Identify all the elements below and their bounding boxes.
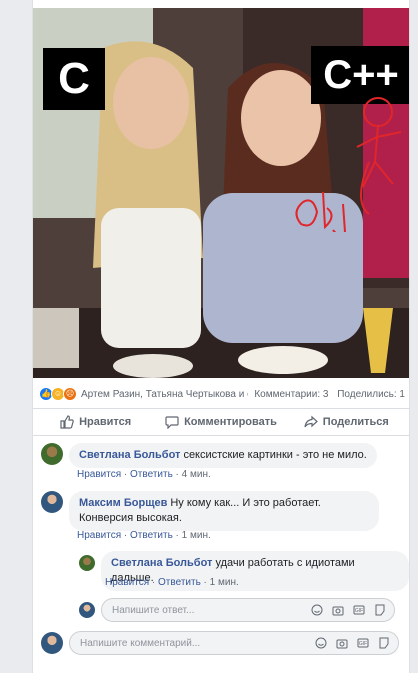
reply-like-link[interactable]: Нравится xyxy=(105,577,149,588)
red-scribble-drawing xyxy=(295,97,402,232)
camera-icon[interactable] xyxy=(332,604,344,616)
comment-item: Светлана Больбот сексистские картинки - э… xyxy=(41,443,377,468)
comment-time[interactable]: 4 мин. xyxy=(182,469,211,480)
comment-reply-link[interactable]: Ответить xyxy=(130,469,173,480)
comment-item: Максим Борщев Ну кому как... И это работа… xyxy=(41,491,387,531)
post-photo[interactable]: C C++ xyxy=(33,8,409,378)
avatar[interactable] xyxy=(41,443,63,465)
reply-placeholder: Напишите ответ... xyxy=(112,604,195,616)
share-button-label: Поделиться xyxy=(322,416,389,428)
avatar xyxy=(79,602,95,618)
angry-icon[interactable]: ☹ xyxy=(63,387,77,401)
sticker-icon[interactable] xyxy=(378,637,390,649)
comment-bubble: Светлана Больбот сексистские картинки - э… xyxy=(69,443,377,468)
gif-icon[interactable]: GIF xyxy=(357,637,369,649)
reply-reply-link[interactable]: Ответить xyxy=(158,577,201,588)
share-arrow-icon xyxy=(304,415,318,428)
comment-reply-link[interactable]: Ответить xyxy=(130,530,173,541)
comment-meta: Нравится · Ответить · 1 мин. xyxy=(77,530,211,541)
comment-composer: Напишите комментарий... GIF xyxy=(41,631,399,655)
comment-bubble: Максим Борщев Ну кому как... И это работа… xyxy=(69,491,379,531)
shares-count[interactable]: Поделились: 1 xyxy=(337,389,405,400)
thumbs-up-icon xyxy=(60,415,74,429)
camera-icon[interactable] xyxy=(336,637,348,649)
comment-like-link[interactable]: Нравится xyxy=(77,469,121,480)
svg-text:GIF: GIF xyxy=(359,641,367,647)
sticker-icon[interactable] xyxy=(374,604,386,616)
like-button-label: Нравится xyxy=(79,416,132,428)
comments-count[interactable]: Комментарии: 3 xyxy=(254,389,328,400)
svg-text:GIF: GIF xyxy=(355,608,363,614)
comment-button[interactable]: Комментировать xyxy=(158,409,283,435)
comment-text: сексистские картинки - это не мило. xyxy=(183,449,367,461)
avatar[interactable] xyxy=(41,491,63,513)
reply-author[interactable]: Светлана Больбот xyxy=(111,557,212,569)
comment-author[interactable]: Максим Борщев xyxy=(79,497,167,509)
comment-placeholder: Напишите комментарий... xyxy=(80,637,201,649)
share-button[interactable]: Поделиться xyxy=(284,409,409,435)
avatar[interactable] xyxy=(79,555,95,571)
gif-icon[interactable]: GIF xyxy=(353,604,365,616)
post-actions: Нравится Комментировать Поделиться xyxy=(33,408,409,436)
comment-like-link[interactable]: Нравится xyxy=(77,530,121,541)
reply-meta: Нравится · Ответить · 1 мин. xyxy=(105,577,239,588)
emoji-icon[interactable] xyxy=(315,637,327,649)
comment-input[interactable]: Напишите комментарий... GIF xyxy=(69,631,399,655)
reply-time[interactable]: 1 мин. xyxy=(210,577,239,588)
emoji-icon[interactable] xyxy=(311,604,323,616)
comment-author[interactable]: Светлана Больбот xyxy=(79,449,180,461)
reply-input[interactable]: Напишите ответ... GIF xyxy=(101,598,395,622)
comment-button-label: Комментировать xyxy=(184,416,277,428)
comment-time[interactable]: 1 мин. xyxy=(182,530,211,541)
reaction-names[interactable]: Артем Разин, Татьяна Чертыкова и ещё 15 xyxy=(81,389,248,400)
comment-meta: Нравится · Ответить · 4 мин. xyxy=(77,469,211,480)
reactions-bar: 👍 ☺ ☹ Артем Разин, Татьяна Чертыкова и е… xyxy=(39,386,405,402)
avatar xyxy=(41,632,63,654)
comment-bubble-icon xyxy=(165,416,179,429)
like-button[interactable]: Нравится xyxy=(33,409,158,435)
post-card: C C++ 👍 ☺ ☹ Артем Разин, Татьяна Чертыко… xyxy=(32,0,410,673)
reply-composer: Напишите ответ... GIF xyxy=(79,598,395,622)
overlay-label-c: C xyxy=(43,48,105,110)
